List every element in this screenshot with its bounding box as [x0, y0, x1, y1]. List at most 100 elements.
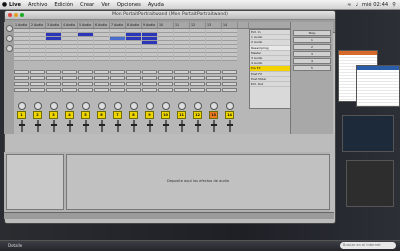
audio-from-chooser[interactable] — [174, 70, 189, 74]
browser-window-thumbnail[interactable] — [356, 65, 400, 107]
track-activator-button[interactable]: 5 — [81, 111, 90, 119]
track-activator-button[interactable]: 10 — [161, 111, 170, 119]
track-header[interactable]: 2 Audio — [30, 22, 46, 28]
track-header[interactable]: 3 Audio — [46, 22, 62, 28]
video-window-thumbnail[interactable] — [346, 160, 394, 207]
input-channel-chooser[interactable] — [206, 76, 221, 80]
audio-from-chooser[interactable] — [30, 70, 45, 74]
track-activator-button[interactable]: 13 — [209, 111, 218, 119]
audio-to-chooser[interactable] — [126, 88, 141, 92]
window-titlebar[interactable]: Mon PortaitPortraitwand (Mon PortaitPort… — [5, 11, 335, 20]
monitor-switch[interactable] — [158, 82, 173, 86]
scene-launch-button[interactable]: 5 — [293, 65, 331, 71]
monitor-switch[interactable] — [174, 82, 189, 86]
pan-knob[interactable] — [81, 102, 90, 110]
monitor-switch[interactable] — [46, 82, 61, 86]
audio-from-chooser[interactable] — [126, 70, 141, 74]
audio-to-chooser[interactable] — [78, 88, 93, 92]
volume-fader[interactable] — [18, 120, 25, 132]
menu-archivo[interactable]: Archivo — [28, 2, 47, 8]
clip-slot[interactable] — [94, 57, 109, 61]
monitor-switch[interactable] — [94, 82, 109, 86]
detail-label[interactable]: Detalle — [8, 243, 22, 248]
audio-to-chooser[interactable] — [190, 88, 205, 92]
scene-launch-button[interactable]: 3 — [293, 51, 331, 57]
audio-from-chooser[interactable] — [222, 70, 237, 74]
clip-slot[interactable] — [158, 57, 173, 61]
pan-knob[interactable] — [161, 102, 170, 110]
track-header[interactable]: 10 Audio — [158, 22, 174, 28]
track-activator-button[interactable]: 14 — [225, 111, 234, 119]
pan-knob[interactable] — [145, 102, 154, 110]
track-activator-button[interactable]: 11 — [177, 111, 186, 119]
track-activator-button[interactable]: 9 — [145, 111, 154, 119]
input-channel-chooser[interactable] — [222, 76, 237, 80]
scene-launch-button[interactable]: 4 — [293, 58, 331, 64]
input-channel-chooser[interactable] — [110, 76, 125, 80]
clip-slot[interactable] — [222, 57, 237, 61]
pan-knob[interactable] — [49, 102, 58, 110]
monitor-switch[interactable] — [190, 82, 205, 86]
menu-ayuda[interactable]: Ayuda — [148, 2, 164, 8]
audio-from-chooser[interactable] — [190, 70, 205, 74]
track-activator-button[interactable]: 7 — [113, 111, 122, 119]
spotlight-icon[interactable]: ⚲ — [392, 2, 396, 8]
pan-knob[interactable] — [33, 102, 42, 110]
input-channel-chooser[interactable] — [190, 76, 205, 80]
clip-slot[interactable] — [78, 57, 93, 61]
track-header[interactable]: 14 Audio — [222, 22, 238, 28]
device-browser-icon[interactable] — [5, 25, 13, 32]
monitor-switch[interactable] — [110, 82, 125, 86]
clip-slot[interactable] — [142, 57, 157, 61]
plugin-browser-icon[interactable] — [5, 35, 13, 42]
clip-slot[interactable] — [46, 57, 61, 61]
audio-to-chooser[interactable] — [62, 88, 77, 92]
scene-launch-button[interactable]: 1 — [293, 37, 331, 43]
clip-slot[interactable] — [30, 57, 45, 61]
volume-fader[interactable] — [98, 120, 105, 132]
monitor-switch[interactable] — [14, 82, 29, 86]
volume-fader[interactable] — [146, 120, 153, 132]
clip-slot[interactable] — [126, 57, 141, 61]
audio-to-chooser[interactable] — [14, 88, 29, 92]
track-header[interactable]: 4 Audio — [62, 22, 78, 28]
pan-knob[interactable] — [193, 102, 202, 110]
routing-option[interactable]: Ext. Out — [250, 82, 290, 88]
input-channel-chooser[interactable] — [78, 76, 93, 80]
clip-slot[interactable] — [110, 57, 125, 61]
audio-from-chooser[interactable] — [94, 70, 109, 74]
volume-fader[interactable] — [66, 120, 73, 132]
volume-fader[interactable] — [34, 120, 41, 132]
pan-knob[interactable] — [97, 102, 106, 110]
input-channel-chooser[interactable] — [174, 76, 189, 80]
track-activator-button[interactable]: 6 — [97, 111, 106, 119]
file-browser-icon[interactable] — [5, 45, 13, 52]
audio-to-chooser[interactable] — [222, 88, 237, 92]
clip-slot[interactable] — [206, 57, 221, 61]
track-header[interactable]: 9 Audio — [142, 22, 158, 28]
pan-knob[interactable] — [113, 102, 122, 110]
menu-edicion[interactable]: Edición — [54, 2, 73, 8]
zoom-window-icon[interactable] — [20, 13, 24, 17]
input-channel-chooser[interactable] — [30, 76, 45, 80]
audio-from-chooser[interactable] — [142, 70, 157, 74]
monitor-switch[interactable] — [126, 82, 141, 86]
track-header[interactable]: 7 Audio — [110, 22, 126, 28]
apple-icon[interactable]: ● — [0, 1, 9, 8]
audio-to-chooser[interactable] — [110, 88, 125, 92]
audio-to-chooser[interactable] — [158, 88, 173, 92]
track-activator-button[interactable]: 2 — [33, 111, 42, 119]
volume-fader[interactable] — [130, 120, 137, 132]
menu-app-name[interactable]: Live — [9, 2, 21, 8]
menu-ver[interactable]: Ver — [101, 2, 109, 8]
track-activator-button[interactable]: 4 — [65, 111, 74, 119]
menu-opciones[interactable]: Opciones — [117, 2, 141, 8]
audio-from-chooser[interactable] — [110, 70, 125, 74]
track-activator-button[interactable]: 12 — [193, 111, 202, 119]
input-channel-chooser[interactable] — [14, 76, 29, 80]
track-header[interactable]: 12 Audio — [190, 22, 206, 28]
input-channel-chooser[interactable] — [126, 76, 141, 80]
menubar-clock[interactable]: mié 02:44 — [362, 2, 388, 8]
pan-knob[interactable] — [209, 102, 218, 110]
pan-knob[interactable] — [65, 102, 74, 110]
